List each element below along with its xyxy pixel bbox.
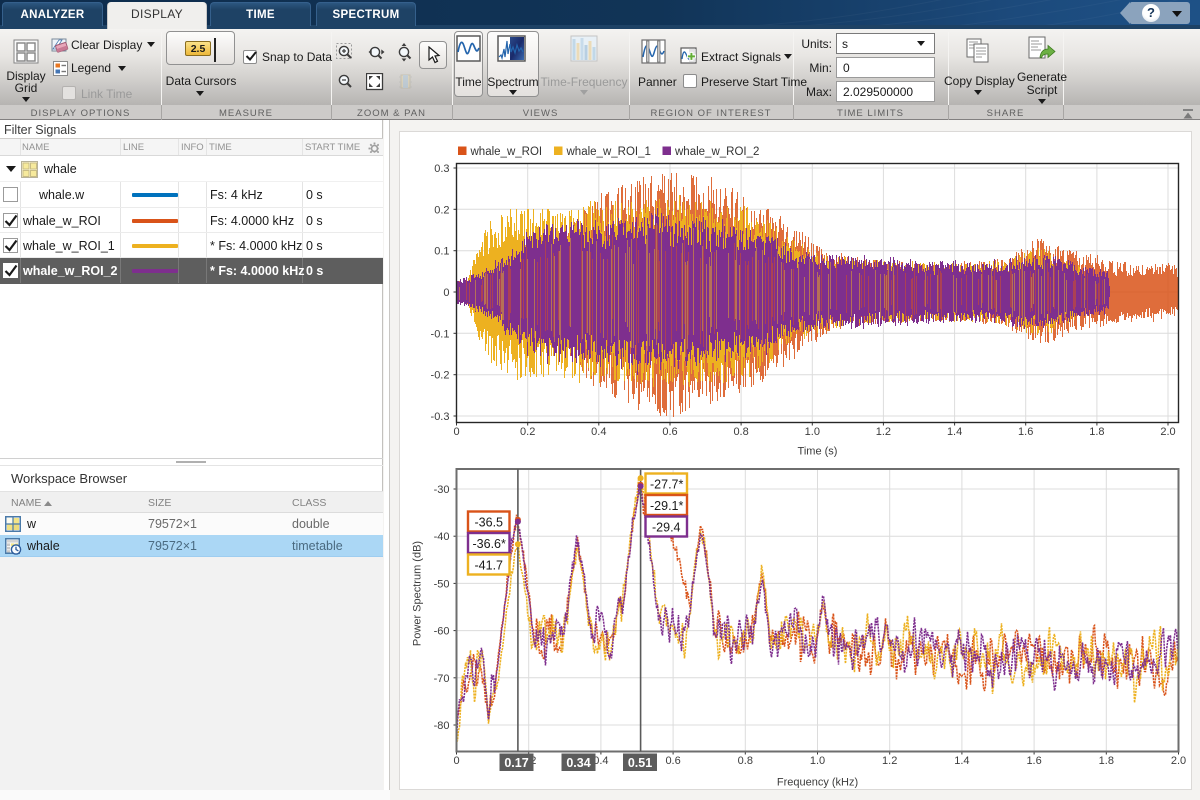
svg-text:1.4: 1.4 <box>954 755 969 767</box>
svg-text:-60: -60 <box>434 626 450 638</box>
svg-text:-36.5: -36.5 <box>475 516 504 530</box>
svg-text:0.2: 0.2 <box>434 204 449 216</box>
svg-text:1.8: 1.8 <box>1089 426 1104 438</box>
svg-text:-29.1*: -29.1* <box>650 499 683 513</box>
svg-text:2.0: 2.0 <box>1160 426 1175 438</box>
svg-text:-50: -50 <box>434 578 450 590</box>
svg-text:-0.1: -0.1 <box>431 328 450 340</box>
svg-text:-0.3: -0.3 <box>431 411 450 423</box>
svg-text:-0.2: -0.2 <box>431 370 450 382</box>
svg-text:-30: -30 <box>434 484 450 496</box>
svg-text:0.51: 0.51 <box>628 756 652 770</box>
svg-text:-29.4: -29.4 <box>652 521 681 535</box>
svg-text:0.8: 0.8 <box>733 426 748 438</box>
svg-text:0.17: 0.17 <box>504 756 528 770</box>
svg-text:whale_w_ROI: whale_w_ROI <box>470 146 543 158</box>
svg-text:whale_w_ROI_1: whale_w_ROI_1 <box>566 146 651 158</box>
svg-text:0.4: 0.4 <box>593 755 608 767</box>
svg-text:0.1: 0.1 <box>434 246 449 258</box>
svg-text:-40: -40 <box>434 531 450 543</box>
svg-text:1.8: 1.8 <box>1099 755 1114 767</box>
svg-text:1.2: 1.2 <box>882 755 897 767</box>
svg-text:0.6: 0.6 <box>662 426 677 438</box>
svg-text:0.6: 0.6 <box>665 755 680 767</box>
svg-text:1.6: 1.6 <box>1018 426 1033 438</box>
svg-text:1.0: 1.0 <box>810 755 825 767</box>
svg-text:0: 0 <box>453 755 459 767</box>
svg-text:0.2: 0.2 <box>520 426 535 438</box>
svg-text:1.2: 1.2 <box>876 426 891 438</box>
svg-text:2.0: 2.0 <box>1171 755 1186 767</box>
svg-text:0: 0 <box>443 287 449 299</box>
svg-text:Time (s): Time (s) <box>798 446 838 458</box>
svg-text:0.8: 0.8 <box>738 755 753 767</box>
svg-text:0.3: 0.3 <box>434 163 449 175</box>
svg-text:1.6: 1.6 <box>1026 755 1041 767</box>
svg-text:0: 0 <box>453 426 459 438</box>
svg-text:0.4: 0.4 <box>591 426 606 438</box>
svg-text:1.0: 1.0 <box>805 426 820 438</box>
svg-text:Power Spectrum (dB): Power Spectrum (dB) <box>412 541 424 646</box>
svg-text:1.4: 1.4 <box>947 426 962 438</box>
svg-text:0.34: 0.34 <box>566 756 590 770</box>
svg-text:-70: -70 <box>434 673 450 685</box>
svg-text:-41.7: -41.7 <box>475 559 504 573</box>
svg-text:-80: -80 <box>434 720 450 732</box>
svg-text:-36.6*: -36.6* <box>473 537 506 551</box>
svg-text:Frequency (kHz): Frequency (kHz) <box>777 777 858 789</box>
svg-text:-27.7*: -27.7* <box>650 478 683 492</box>
svg-text:whale_w_ROI_2: whale_w_ROI_2 <box>674 146 759 158</box>
